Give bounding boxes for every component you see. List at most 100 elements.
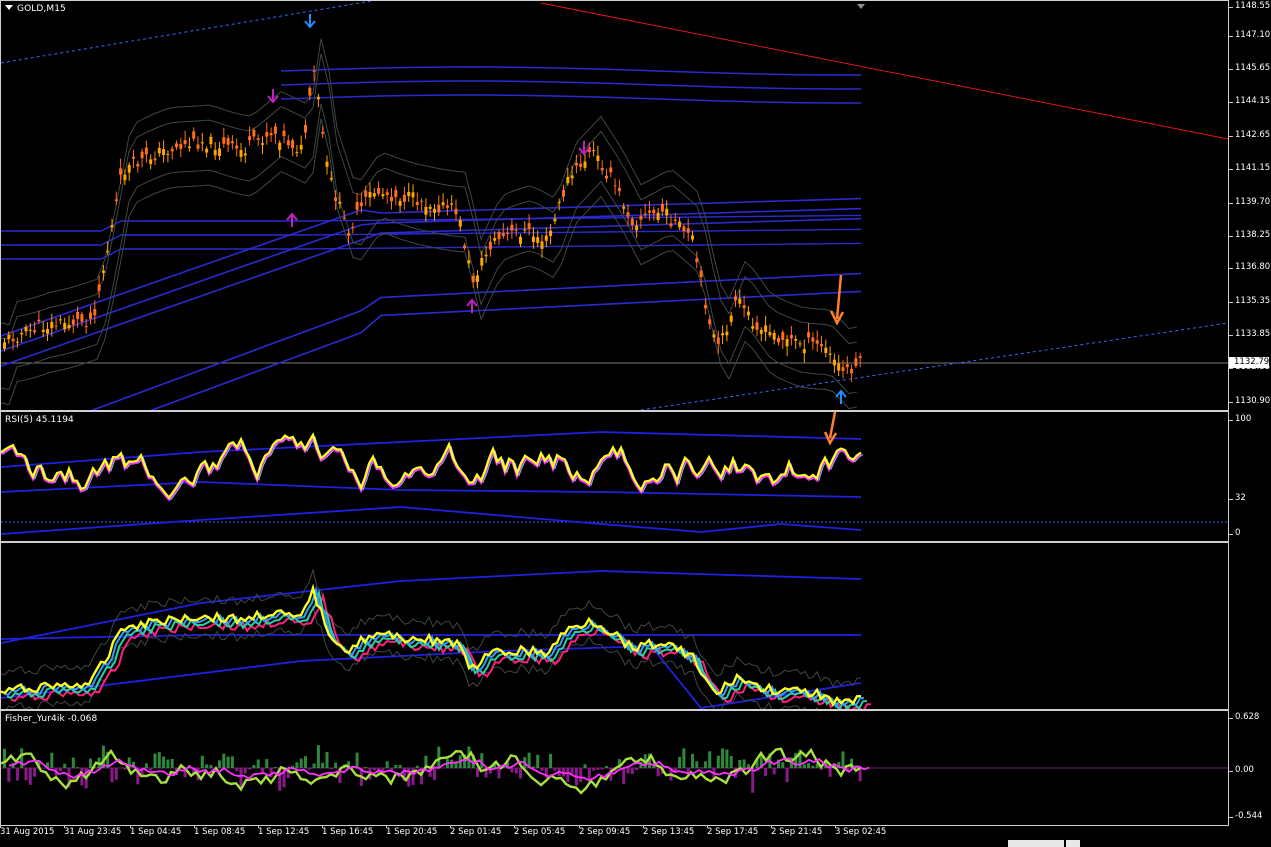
fisher-histogram-bar: [123, 768, 127, 770]
rsi-pane[interactable]: RSI(5) 45.1194: [0, 411, 1229, 542]
chart-tab-stub[interactable]: [1066, 840, 1080, 847]
fisher-histogram-bar: [304, 756, 307, 768]
candle-body: [136, 163, 140, 167]
candle-body: [665, 208, 669, 216]
candle-body: [252, 129, 256, 137]
candle-body: [802, 349, 806, 354]
band-line: [1, 118, 858, 410]
candle-body: [845, 364, 849, 368]
fisher-histogram-bar: [157, 752, 161, 768]
candle-body: [7, 334, 11, 339]
fisher-histogram-bar: [226, 756, 230, 768]
fisher-histogram-bar: [170, 759, 174, 768]
candle-body: [772, 332, 776, 340]
symbol-text: GOLD,M15: [17, 4, 66, 14]
candle-body: [751, 326, 755, 329]
candle-body: [514, 229, 518, 231]
candle-body: [334, 197, 338, 201]
oscillator-pane[interactable]: [0, 542, 1229, 710]
fisher-histogram-bar: [415, 765, 419, 768]
candle-body: [721, 333, 725, 336]
candle-body: [519, 236, 522, 244]
axis-tick-label: 1133.85: [1228, 329, 1271, 339]
fisher-canvas[interactable]: [1, 711, 1228, 825]
candle-body: [484, 254, 488, 257]
candle-body: [807, 332, 811, 338]
time-axis-label: 2 Sep 05:45: [514, 825, 566, 837]
candle-body: [699, 270, 703, 278]
fisher-histogram-bar: [764, 768, 768, 776]
candle-body: [84, 326, 88, 328]
axis-tick-label: 1136.80: [1228, 262, 1271, 272]
fisher-histogram-bar: [480, 753, 484, 768]
candle-body: [695, 258, 699, 263]
fisher-histogram-bar: [691, 753, 694, 768]
fisher-histogram-bar: [721, 748, 725, 768]
fisher-histogram-bar: [248, 768, 252, 770]
fisher-histogram-bar: [355, 752, 359, 768]
candle-body: [617, 187, 621, 192]
fisher-histogram-bar: [321, 762, 325, 768]
rsi-canvas[interactable]: [1, 412, 1228, 541]
axis-tick-label: 1144.15: [1228, 96, 1271, 106]
candle-body: [63, 322, 67, 330]
price-chart-pane[interactable]: GOLD,M15: [0, 0, 1229, 411]
axis-tick-label: 100: [1228, 414, 1252, 424]
candle-body: [282, 130, 286, 137]
candle-body: [308, 87, 312, 96]
candle-body: [703, 304, 707, 309]
candle-body: [824, 347, 828, 354]
fisher-histogram-bar: [811, 765, 815, 768]
candle-body: [377, 188, 381, 194]
fisher-histogram-bar: [699, 767, 703, 768]
price-axis[interactable]: 1148.55 1147.10 1145.65 1144.15 1142.65 1141.…: [1228, 0, 1271, 411]
fisher-histogram-bar: [71, 757, 75, 768]
axis-tick-label: -0.544: [1228, 811, 1263, 821]
down-signal-arrow-icon: [304, 14, 316, 29]
candle-body: [678, 221, 682, 228]
candle-body: [433, 208, 436, 213]
fisher-histogram-bar: [785, 768, 789, 783]
candle-body: [364, 190, 368, 197]
candle-body: [218, 148, 221, 156]
fisher-histogram-bar: [265, 759, 269, 768]
price-chart-canvas[interactable]: [1, 1, 1228, 410]
candle-body: [600, 168, 604, 171]
annotation-arrow-icon: [835, 274, 843, 320]
fisher-histogram-bar: [476, 768, 479, 777]
band-line: [1, 38, 858, 330]
fisher-histogram-bar: [256, 759, 260, 768]
candle-body: [15, 341, 19, 343]
oscillator-canvas[interactable]: [1, 543, 1228, 709]
osc-band-upper: [1, 570, 862, 644]
envelope-line: [150, 290, 862, 410]
fisher-pane[interactable]: Fisher_Yur4ik -0.068: [0, 710, 1229, 826]
candle-body: [347, 233, 350, 236]
candle-body: [390, 196, 393, 202]
dropdown-triangle-icon[interactable]: [5, 5, 13, 10]
fisher-histogram-bar: [729, 755, 733, 768]
candle-body: [325, 161, 329, 167]
candle-body: [708, 319, 712, 325]
chart-tab-stub[interactable]: [1008, 840, 1064, 847]
candle-body: [648, 210, 651, 213]
candle-body: [368, 192, 372, 198]
candle-body: [127, 164, 131, 173]
fisher-histogram-bar: [635, 768, 639, 770]
candle-body: [725, 331, 729, 336]
fisher-histogram-bar: [553, 768, 557, 771]
candle-body: [269, 132, 273, 136]
candle-body: [544, 235, 548, 241]
candle-body: [394, 189, 398, 198]
candle-body: [531, 236, 535, 243]
fisher-histogram-bar: [334, 762, 338, 768]
candle-body: [411, 192, 415, 198]
fisher-histogram-bar: [772, 768, 776, 775]
candle-body: [501, 233, 505, 237]
fisher-histogram-bar: [153, 753, 157, 768]
fisher-histogram-bar: [299, 758, 303, 768]
candle-body: [67, 324, 71, 329]
fisher-histogram-bar: [626, 768, 630, 774]
candle-body: [213, 149, 217, 156]
candle-body: [200, 142, 204, 144]
